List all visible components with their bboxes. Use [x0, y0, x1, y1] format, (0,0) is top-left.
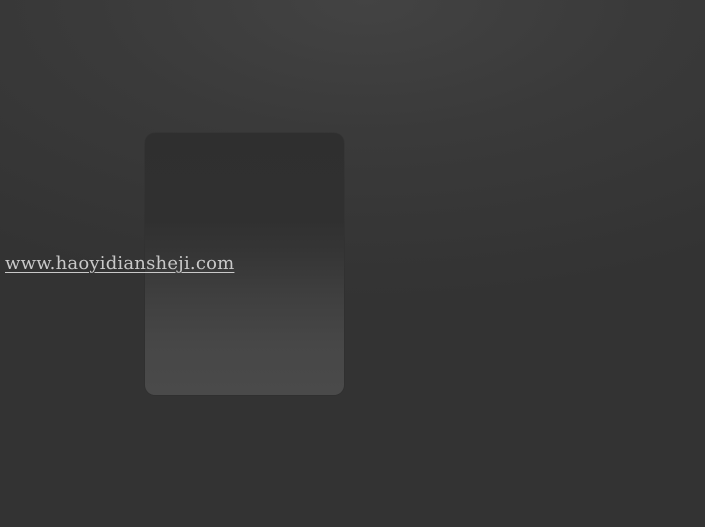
watermark-link[interactable]: www.haoyidiansheji.com: [5, 252, 234, 276]
